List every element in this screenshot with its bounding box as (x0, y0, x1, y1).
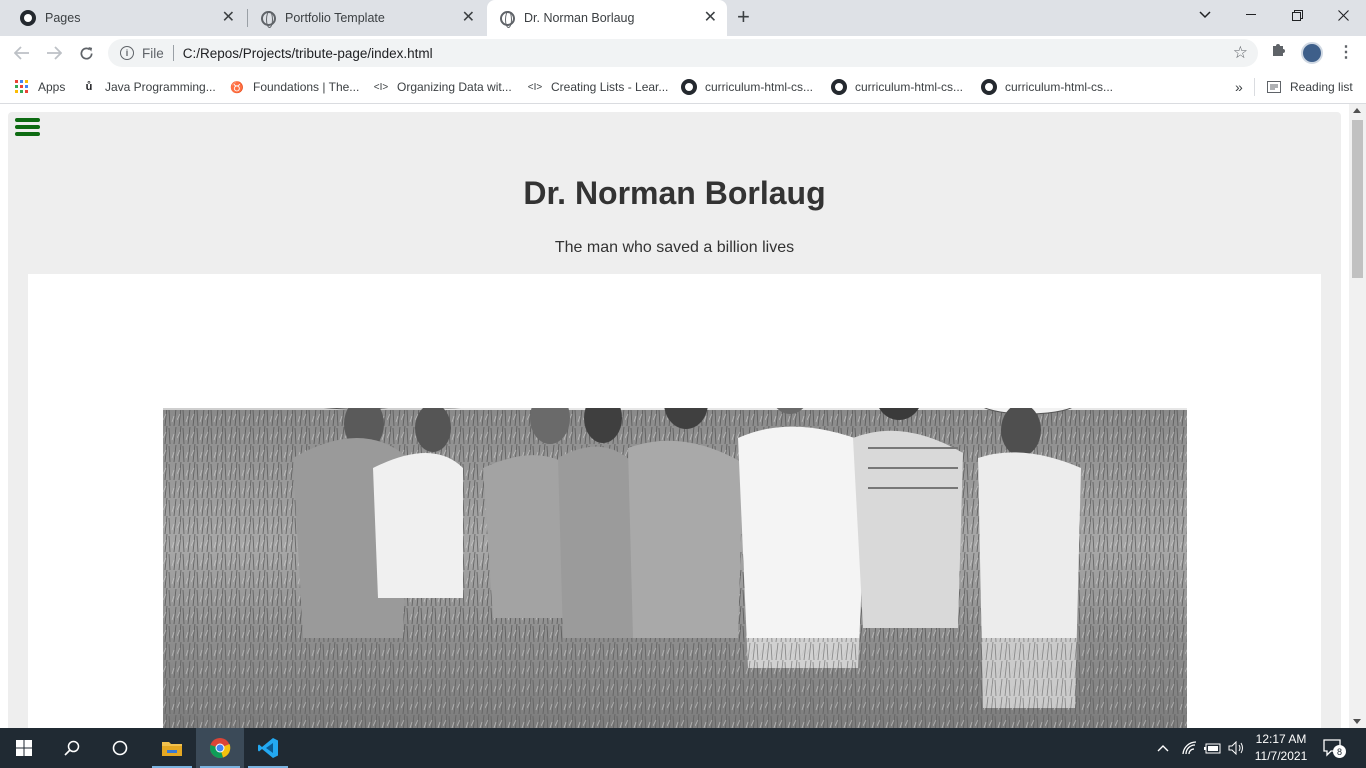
chrome-icon[interactable] (196, 728, 244, 768)
tab-pages[interactable]: Pages ✕ (8, 0, 245, 36)
scroll-down-icon[interactable] (1353, 719, 1361, 724)
close-icon[interactable]: ✕ (222, 9, 235, 27)
apps-grid-icon (14, 79, 30, 95)
tab-title: Pages (45, 11, 81, 25)
forward-icon[interactable] (43, 42, 65, 64)
bookmark-label: curriculum-html-cs... (705, 80, 814, 94)
search-icon[interactable] (48, 728, 96, 768)
vscode-icon[interactable] (244, 728, 292, 768)
globe-icon (260, 10, 276, 28)
github-icon (831, 79, 847, 95)
reload-icon[interactable] (75, 42, 97, 64)
hamburger-menu-icon[interactable] (15, 116, 40, 138)
reading-list-icon (1266, 79, 1282, 95)
bookmark-label: Java Programming... (105, 80, 216, 94)
github-icon (20, 10, 36, 26)
address-url[interactable]: C:/Repos/Projects/tribute-page/index.htm… (183, 46, 433, 61)
bookmark-curriculum-1[interactable]: curriculum-html-cs... (681, 77, 813, 97)
restore-icon[interactable] (1274, 0, 1320, 30)
bookmark-curriculum-2[interactable]: curriculum-html-cs... (831, 77, 963, 97)
page-scrollbar[interactable] (1349, 104, 1366, 728)
bookmark-label: curriculum-html-cs... (855, 80, 964, 94)
windows-taskbar: 12:17 AM 11/7/2021 8 (0, 728, 1366, 768)
bookmark-label: Apps (38, 80, 66, 94)
borlaug-wheat-field-photo (163, 408, 1187, 728)
tab-dr-norman-borlaug[interactable]: Dr. Norman Borlaug ✕ (487, 0, 727, 36)
extensions-puzzle-icon[interactable] (1270, 42, 1286, 63)
bookmarks-overflow-icon[interactable]: » (1235, 77, 1243, 97)
bookmark-label: Foundations | The... (253, 80, 360, 94)
windows-start-icon[interactable] (0, 728, 48, 768)
reading-list-button[interactable]: Reading list (1266, 77, 1353, 97)
odin-icon: ♉ (230, 81, 244, 94)
new-tab-icon[interactable]: + (737, 6, 750, 28)
clock-date: 11/7/2021 (1254, 749, 1308, 763)
bookmark-star-icon[interactable]: ☆ (1233, 43, 1248, 63)
globe-icon (499, 10, 515, 28)
bookmark-apps[interactable]: Apps (14, 77, 65, 97)
tribute-main: Dr. Norman Borlaug The man who saved a b… (8, 112, 1341, 728)
battery-icon[interactable] (1204, 728, 1222, 768)
address-scheme: File (142, 45, 164, 61)
github-icon (681, 79, 697, 95)
info-icon[interactable]: i (120, 46, 134, 60)
profile-avatar[interactable] (1301, 42, 1323, 64)
address-divider (172, 45, 174, 61)
github-icon (981, 79, 997, 95)
page-subtitle: The man who saved a billion lives (554, 239, 795, 256)
image-container (28, 274, 1321, 728)
menu-kebab-icon[interactable]: ⋮ (1338, 42, 1354, 62)
volume-icon[interactable] (1228, 728, 1246, 768)
bookmark-label: Creating Lists - Lear... (551, 80, 669, 94)
tab-title: Portfolio Template (285, 11, 385, 25)
scroll-thumb[interactable] (1352, 120, 1363, 278)
browser-chrome: Pages ✕ Portfolio Template ✕ Dr. Norman … (0, 0, 1366, 104)
bookmarks-divider (1254, 78, 1255, 96)
bookmark-curriculum-3[interactable]: curriculum-html-cs... (981, 77, 1113, 97)
java-icon: ů (85, 81, 93, 93)
back-icon[interactable] (11, 42, 33, 64)
tab-search-icon[interactable] (1182, 0, 1228, 30)
page-viewport: Dr. Norman Borlaug The man who saved a b… (0, 104, 1366, 728)
address-bar[interactable]: i File C:/Repos/Projects/tribute-page/in… (108, 39, 1258, 67)
notifications-icon[interactable]: 8 (1323, 728, 1346, 768)
bookmark-label: Organizing Data wit... (397, 80, 512, 94)
system-clock[interactable]: 12:17 AM 11/7/2021 (1249, 731, 1313, 765)
close-icon[interactable]: ✕ (462, 9, 475, 27)
tab-portfolio-template[interactable]: Portfolio Template ✕ (248, 0, 485, 36)
page-title: Dr. Norman Borlaug (523, 175, 826, 211)
minimize-icon[interactable] (1228, 0, 1274, 30)
notification-count: 8 (1333, 745, 1346, 758)
code-icon: <I> (527, 81, 543, 93)
file-explorer-icon[interactable] (148, 728, 196, 768)
browser-toolbar: i File C:/Repos/Projects/tribute-page/in… (0, 36, 1366, 70)
clock-time: 12:17 AM (1255, 732, 1307, 746)
bookmark-organizing-data[interactable]: <I> Organizing Data wit... (373, 77, 512, 97)
close-icon[interactable]: ✕ (704, 9, 717, 27)
scroll-up-icon[interactable] (1353, 108, 1361, 113)
cortana-icon[interactable] (96, 728, 144, 768)
reading-list-label: Reading list (1290, 80, 1353, 94)
tray-chevron-icon[interactable] (1157, 728, 1169, 768)
bookmarks-bar: Apps ů Java Programming... ♉ Foundations… (0, 70, 1366, 104)
bookmark-java-programming[interactable]: ů Java Programming... (81, 77, 216, 97)
bookmark-foundations[interactable]: ♉ Foundations | The... (229, 77, 359, 97)
tab-strip: Pages ✕ Portfolio Template ✕ Dr. Norman … (0, 0, 1366, 36)
wifi-icon[interactable] (1182, 728, 1198, 768)
tab-title: Dr. Norman Borlaug (524, 11, 635, 25)
bookmark-label: curriculum-html-cs... (1005, 80, 1114, 94)
bookmark-creating-lists[interactable]: <I> Creating Lists - Lear... (527, 77, 669, 97)
code-icon: <I> (373, 81, 389, 93)
window-close-icon[interactable] (1320, 0, 1366, 30)
